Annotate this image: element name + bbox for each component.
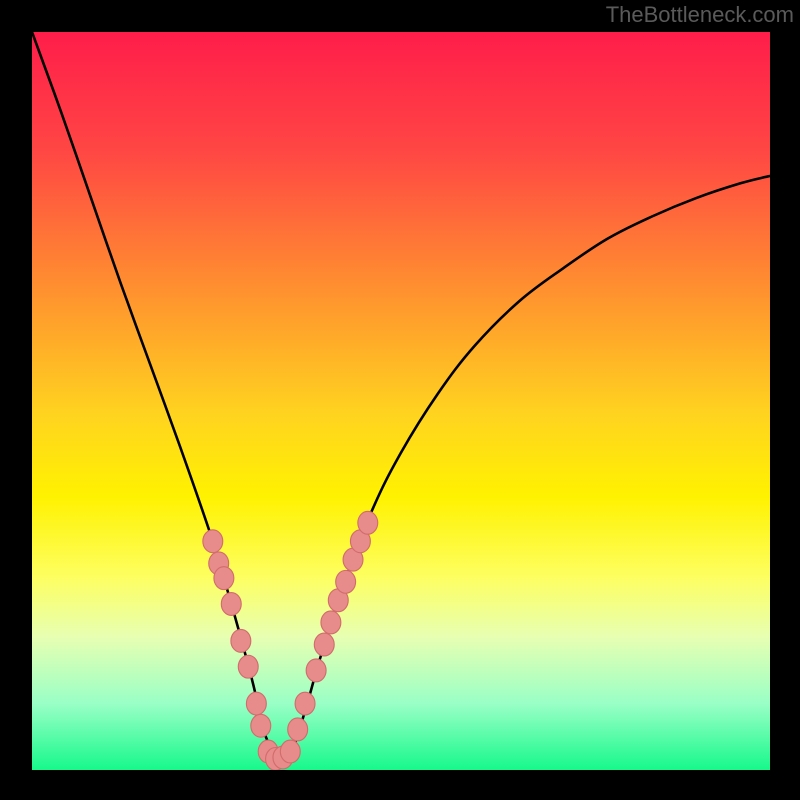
marker-dot [295, 692, 315, 715]
marker-dot [280, 740, 300, 763]
marker-dot [214, 567, 234, 590]
marker-dot [231, 629, 251, 652]
marker-dot [246, 692, 266, 715]
marker-dot [203, 530, 223, 553]
marker-dot [238, 655, 258, 678]
marker-dot [336, 570, 356, 593]
plot-area [32, 32, 770, 770]
highlight-markers [203, 511, 378, 770]
marker-dot [314, 633, 334, 656]
marker-dot [221, 593, 241, 616]
bottleneck-curve [32, 32, 770, 762]
marker-dot [358, 511, 378, 534]
marker-dot [251, 714, 271, 737]
marker-dot [306, 659, 326, 682]
marker-dot [321, 611, 341, 634]
marker-dot [288, 718, 308, 741]
watermark-text: TheBottleneck.com [606, 2, 794, 28]
curve-layer [32, 32, 770, 770]
